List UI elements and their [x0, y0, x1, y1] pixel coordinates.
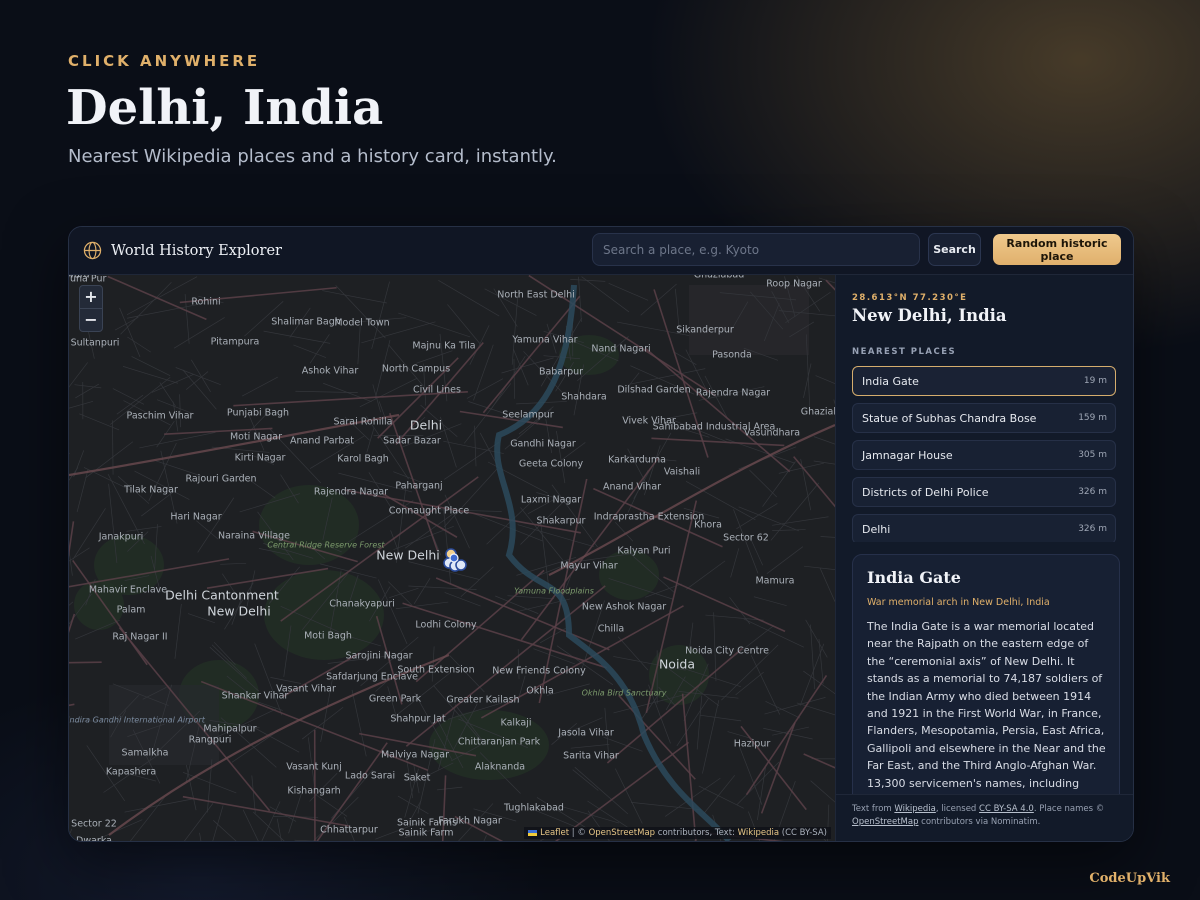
brand-name: World History Explorer: [111, 242, 282, 259]
footer-credits: Text from Wikipedia, licensed CC BY-SA 4…: [852, 803, 1118, 829]
eyebrow: CLICK ANYWHERE: [68, 52, 261, 70]
place-item[interactable]: Statue of Subhas Chandra Bose 159 m: [852, 403, 1116, 433]
place-item[interactable]: Delhi 326 m: [852, 514, 1116, 542]
osm-link[interactable]: OpenStreetMap: [589, 828, 655, 838]
place-item[interactable]: Districts of Delhi Police 326 m: [852, 477, 1116, 507]
side-panel: 28.613°N 77.230°E New Delhi, India NEARE…: [835, 275, 1133, 841]
footer-license-link[interactable]: CC BY-SA 4.0: [979, 804, 1034, 814]
place-distance: 19 m: [1083, 376, 1107, 386]
globe-icon: [83, 241, 102, 260]
zoom-control: + −: [79, 285, 103, 332]
footer-wikipedia-link[interactable]: Wikipedia: [894, 804, 935, 814]
location-title: New Delhi, India: [852, 306, 1007, 325]
hero-subtitle: Nearest Wikipedia places and a history c…: [68, 146, 557, 167]
map-attribution: Leaflet | © OpenStreetMap contributors, …: [524, 827, 831, 839]
zoom-out-button[interactable]: −: [80, 308, 102, 331]
brand: World History Explorer: [83, 241, 282, 260]
place-item[interactable]: Jamnagar House 305 m: [852, 440, 1116, 470]
footer-text: , licensed: [935, 804, 980, 814]
brand-watermark: CodeUpVik: [1089, 871, 1170, 886]
footer-osm-link[interactable]: OpenStreetMap: [852, 817, 918, 827]
leaflet-link[interactable]: Leaflet: [540, 828, 569, 838]
place-name: Statue of Subhas Chandra Bose: [862, 411, 1037, 425]
attribution-contrib: contributors, Text:: [655, 828, 738, 838]
attribution-sep: | ©: [569, 828, 589, 838]
footer-text: Text from: [852, 804, 895, 814]
hero-title: Delhi, India: [66, 80, 384, 136]
top-bar: World History Explorer Search Random his…: [69, 227, 1133, 275]
location-marker[interactable]: [442, 545, 470, 575]
footer-text: . Place names ©: [1033, 804, 1105, 814]
map[interactable]: Rohini Shalimar Bagh Model Town Pitampura As…: [69, 275, 835, 841]
place-name: Jamnagar House: [862, 448, 953, 462]
nearest-places-list[interactable]: India Gate 19 m Statue of Subhas Chandra…: [852, 366, 1116, 542]
place-item[interactable]: India Gate 19 m: [852, 366, 1116, 396]
nearest-places-label: NEAREST PLACES: [852, 347, 957, 357]
search-input[interactable]: [592, 233, 920, 266]
random-place-button[interactable]: Random historic place: [993, 234, 1121, 265]
place-distance: 305 m: [1078, 450, 1107, 460]
zoom-in-button[interactable]: +: [80, 286, 102, 308]
place-name: India Gate: [862, 374, 919, 388]
card-subtitle: War memorial arch in New Delhi, India: [867, 597, 1050, 608]
search-button[interactable]: Search: [928, 233, 981, 266]
ukraine-flag-icon: [528, 829, 538, 836]
wikipedia-link[interactable]: Wikipedia: [738, 828, 779, 838]
footer-text: contributors via Nominatim.: [918, 817, 1041, 827]
card-title: India Gate: [867, 568, 961, 587]
coordinates: 28.613°N 77.230°E: [852, 293, 968, 303]
place-distance: 326 m: [1078, 524, 1107, 534]
app-window: World History Explorer Search Random his…: [68, 226, 1134, 842]
place-name: Districts of Delhi Police: [862, 485, 989, 499]
place-distance: 159 m: [1078, 413, 1107, 423]
attribution-license: (CC BY-SA): [779, 828, 827, 838]
panel-footer: Text from Wikipedia, licensed CC BY-SA 4…: [836, 794, 1133, 841]
place-name: Delhi: [862, 522, 891, 536]
place-distance: 326 m: [1078, 487, 1107, 497]
